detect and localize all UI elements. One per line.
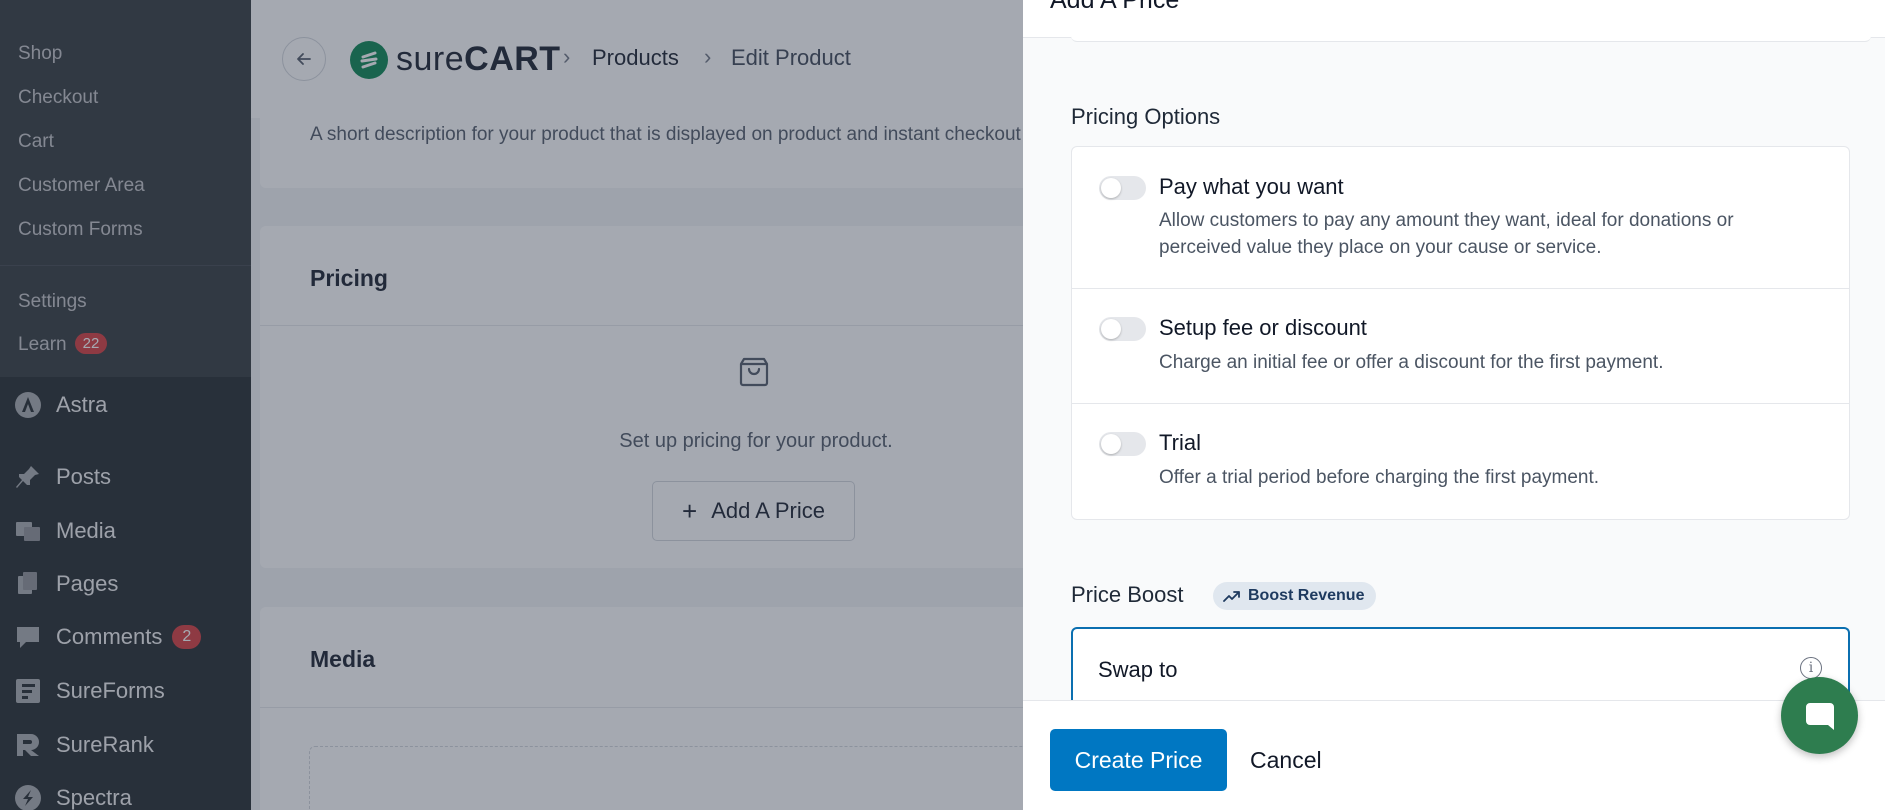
boost-revenue-badge: Boost Revenue <box>1213 582 1377 610</box>
option-title: Setup fee or discount <box>1159 315 1367 340</box>
setup-fee-toggle[interactable] <box>1099 317 1146 341</box>
option-description: Charge an initial fee or offer a discoun… <box>1159 352 1664 373</box>
option-description: Offer a trial period before charging the… <box>1159 467 1600 488</box>
info-icon[interactable]: i <box>1800 657 1822 679</box>
drawer-header: Add A Price <box>1023 0 1885 38</box>
create-price-button[interactable]: Create Price <box>1050 729 1227 791</box>
option-description: Allow customers to pay any amount they w… <box>1159 210 1734 258</box>
previous-field-edge <box>1071 34 1871 42</box>
pricing-options-list: Pay what you want Allow customers to pay… <box>1071 146 1850 520</box>
trial-toggle[interactable] <box>1099 432 1146 456</box>
pricing-options-label: Pricing Options <box>1071 104 1221 129</box>
chat-bubble-icon <box>1805 702 1834 730</box>
option-divider <box>1072 403 1849 404</box>
option-divider <box>1072 288 1849 289</box>
drawer-title: Add A Price <box>1050 0 1180 14</box>
option-title: Trial <box>1159 430 1201 455</box>
swap-to-field[interactable]: Swap to i <box>1071 627 1850 707</box>
price-boost-label: Price Boost <box>1071 582 1184 607</box>
boost-badge-label: Boost Revenue <box>1248 587 1365 604</box>
swap-to-label: Swap to <box>1098 657 1178 682</box>
drawer-footer: Create Price Cancel <box>1023 700 1885 810</box>
cancel-button[interactable]: Cancel <box>1250 729 1322 791</box>
chat-launcher-button[interactable] <box>1781 677 1858 754</box>
pay-what-you-want-toggle[interactable] <box>1099 176 1146 200</box>
trending-up-icon <box>1223 591 1240 602</box>
add-price-drawer: Add A Price Pricing Options Pay what you… <box>1023 0 1885 810</box>
option-title: Pay what you want <box>1159 174 1344 199</box>
